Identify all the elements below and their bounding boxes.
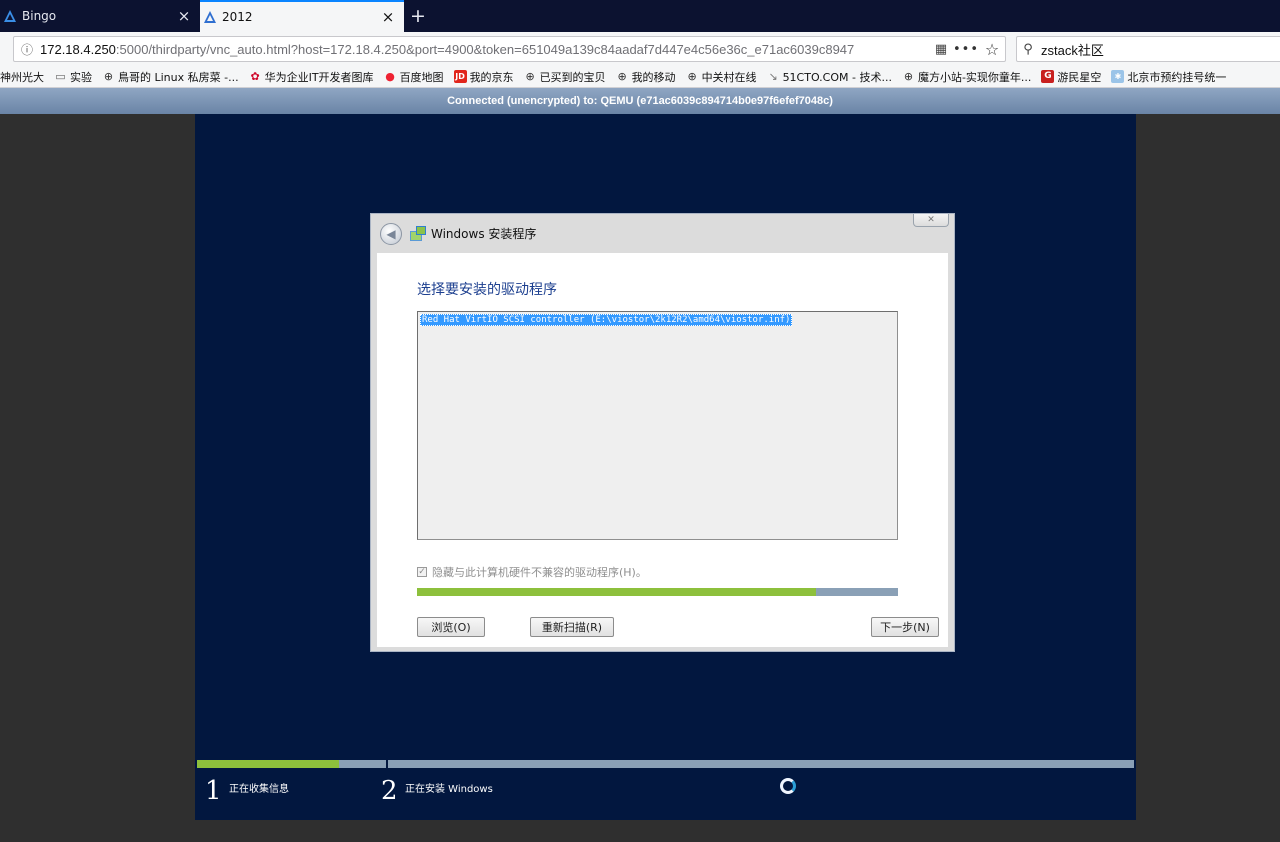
stage-2-label: 正在安装 Windows: [405, 784, 493, 795]
rescan-button[interactable]: 重新扫描(R): [530, 617, 614, 637]
url-bar[interactable]: ⓘ 172.18.4.250:5000/thirdparty/vnc_auto.…: [13, 36, 1006, 62]
back-arrow-icon[interactable]: ◀: [380, 223, 402, 245]
page-title: 选择要安装的驱动程序: [417, 282, 557, 298]
bookmark-beijing-hospital[interactable]: ✱ 北京市预约挂号统一: [1111, 69, 1226, 85]
dialog-title: Windows 安装程序: [431, 227, 537, 241]
page-actions-icon[interactable]: •••: [953, 42, 979, 57]
stage-2-number: 2: [381, 776, 398, 806]
bj-icon: ✱: [1111, 70, 1125, 83]
vm-screen[interactable]: ◀ Windows 安装程序 ✕ 选择要安装的驱动程序 Red Hat Virt…: [195, 114, 1136, 820]
bookmark-label: 我的京东: [469, 70, 514, 84]
close-icon[interactable]: ✕: [913, 214, 949, 227]
bookmark-mofang[interactable]: ⊕ 魔方小站-实现你童年...: [902, 69, 1032, 85]
tab-close-icon[interactable]: ×: [378, 8, 398, 26]
bookmark-baidu-map[interactable]: ● 百度地图: [384, 69, 444, 85]
bookmark-zol[interactable]: ⊕ 中关村在线: [686, 69, 757, 85]
gamersky-icon: G: [1041, 70, 1055, 83]
tab-strip: Bingo × 2012 × +: [0, 0, 1280, 32]
globe-icon: ⊕: [103, 70, 114, 83]
globe-icon: ⊕: [903, 70, 914, 83]
vnc-status-text: Connected (unencrypted) to: QEMU (e71ac6…: [447, 95, 833, 107]
bookmark-label: 51CTO.COM - 技术...: [782, 70, 892, 84]
bookmark-label: 华为企业IT开发者图库: [264, 70, 374, 84]
page-info-icon[interactable]: ⓘ: [14, 41, 40, 58]
new-tab-icon[interactable]: +: [404, 0, 432, 32]
bookmark-shiyan[interactable]: ▭ 实验: [54, 69, 92, 85]
bookmark-huawei[interactable]: ✿ 华为企业IT开发者图库: [249, 69, 374, 85]
stage-1-progress: [197, 760, 386, 768]
huawei-icon: ✿: [250, 70, 260, 83]
dialog-content: 选择要安装的驱动程序 Red Hat VirtIO SCSI controlle…: [377, 253, 948, 647]
stage-1-progress-fill: [197, 760, 339, 768]
search-input[interactable]: [1039, 40, 1273, 58]
map-pin-icon: ●: [385, 70, 395, 83]
hide-incompatible-label: 隐藏与此计算机硬件不兼容的驱动程序(H)。: [432, 566, 647, 579]
install-stage-bar: 1 正在收集信息 2 正在安装 Windows: [195, 758, 1136, 820]
bookmark-label: 百度地图: [399, 70, 444, 84]
bookmark-51cto[interactable]: ↘ 51CTO.COM - 技术...: [767, 69, 892, 85]
bookmark-label: 魔方小站-实现你童年...: [917, 70, 1032, 84]
search-bar[interactable]: ⚲: [1016, 36, 1280, 62]
globe-icon: ⊕: [687, 70, 697, 83]
stage-1-label: 正在收集信息: [229, 784, 289, 795]
loading-spinner-icon: [780, 778, 796, 794]
dialog-title-bar: ◀ Windows 安装程序 ✕: [371, 214, 954, 252]
bookmark-gamersky[interactable]: G 游民星空: [1041, 69, 1101, 85]
next-button[interactable]: 下一步(N): [871, 617, 939, 637]
tab-label: Bingo: [22, 9, 57, 23]
navigation-bar: ⓘ 172.18.4.250:5000/thirdparty/vnc_auto.…: [0, 32, 1280, 66]
bookmark-label: 我的移动: [631, 70, 676, 84]
bookmark-star-icon[interactable]: ☆: [979, 40, 1005, 59]
bookmark-my-mobile[interactable]: ⊕ 我的移动: [616, 69, 676, 85]
globe-icon: ⊕: [525, 70, 535, 83]
tab-bingo[interactable]: Bingo ×: [0, 0, 200, 32]
bookmark-label: 已买到的宝贝: [539, 70, 606, 84]
zstack-logo-icon: [204, 11, 216, 23]
list-item-driver[interactable]: Red Hat VirtIO SCSI controller (E:\viost…: [420, 314, 793, 326]
windows-setup-dialog: ◀ Windows 安装程序 ✕ 选择要安装的驱动程序 Red Hat Virt…: [370, 213, 955, 652]
tag-icon: ↘: [768, 70, 778, 83]
bookmark-label: 中关村在线: [701, 70, 757, 84]
stage-2-progress: [388, 760, 1134, 768]
stage-1-number: 1: [205, 776, 222, 806]
driver-progress-bar: [417, 588, 898, 596]
bookmarks-bar: 神州光大 ▭ 实验 ⊕ 鳥哥的 Linux 私房菜 -... ✿ 华为企业IT开发者图…: [0, 66, 1280, 88]
folder-icon: ▭: [55, 70, 66, 83]
bookmark-purchased[interactable]: ⊕ 已买到的宝贝: [524, 69, 606, 85]
hide-incompatible-option[interactable]: ✓ 隐藏与此计算机硬件不兼容的驱动程序(H)。: [417, 564, 647, 580]
vnc-status-bar: Connected (unencrypted) to: QEMU (e71ac6…: [0, 88, 1280, 114]
zstack-logo-icon: [4, 10, 16, 22]
bookmark-label: 游民星空: [1057, 70, 1102, 84]
jd-icon: JD: [453, 70, 467, 83]
bookmark-niaoge-linux[interactable]: ⊕ 鳥哥的 Linux 私房菜 -...: [102, 69, 239, 85]
bookmark-label: 鳥哥的 Linux 私房菜 -...: [118, 70, 239, 84]
url-host: 172.18.4.250: [40, 41, 116, 57]
bookmark-label: 北京市预约挂号统一: [1127, 70, 1227, 84]
qr-code-icon[interactable]: ▦: [929, 42, 953, 57]
hide-incompatible-checkbox[interactable]: ✓: [417, 567, 427, 577]
bookmark-my-jd[interactable]: JD 我的京东: [453, 69, 514, 85]
globe-icon: ⊕: [617, 70, 627, 83]
tab-label: 2012: [222, 10, 253, 24]
tab-close-icon[interactable]: ×: [174, 7, 194, 25]
windows-setup-icon: [410, 226, 426, 241]
url-text[interactable]: 172.18.4.250:5000/thirdparty/vnc_auto.ht…: [40, 42, 929, 57]
bookmark-label: 神州光大: [0, 70, 44, 84]
browse-button[interactable]: 浏览(O): [417, 617, 485, 637]
url-path: :5000/thirdparty/vnc_auto.html?host=172.…: [115, 41, 855, 57]
tab-2012[interactable]: 2012 ×: [200, 0, 404, 32]
bookmark-shenzhouguangda[interactable]: 神州光大: [0, 69, 44, 85]
search-icon: ⚲: [1023, 41, 1033, 57]
driver-list[interactable]: Red Hat VirtIO SCSI controller (E:\viost…: [417, 311, 898, 540]
bookmark-label: 实验: [70, 70, 92, 84]
progress-fill: [417, 588, 817, 596]
